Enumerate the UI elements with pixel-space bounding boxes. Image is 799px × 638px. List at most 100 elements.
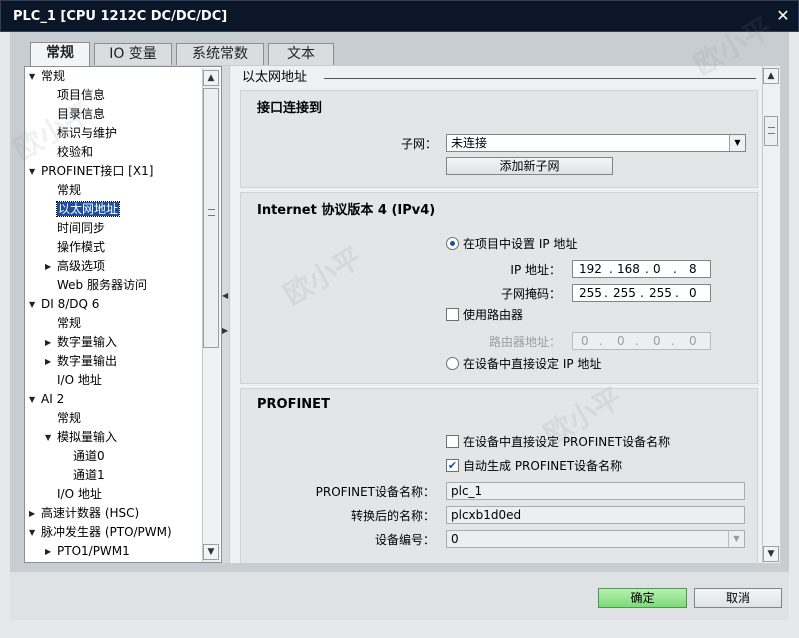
use-router-checkbox[interactable]: [446, 308, 459, 321]
tree-item[interactable]: ▼ PROFINET接口 [X1]: [29, 162, 153, 181]
tree-item[interactable]: 通道0: [61, 447, 105, 466]
scroll-down-icon[interactable]: ▼: [203, 544, 219, 560]
tab-io-tags[interactable]: IO 变量: [94, 43, 172, 65]
navigation-tree: ▼ 常规 项目信息 目录信息 标识与维护 校验和 ▼ PROFINET接口 [X1] 常规 以太网…: [24, 66, 222, 563]
tree-item[interactable]: ▼ 模拟量输入: [45, 428, 117, 447]
profinet-section: PROFINET 在设备中直接设定 PROFINET设备名称 ✔ 自动生成 PR…: [240, 388, 758, 563]
add-subnet-button[interactable]: 添加新子网: [446, 157, 613, 175]
tree-item[interactable]: 标识与维护: [45, 124, 117, 143]
scroll-up-icon[interactable]: ▲: [203, 70, 219, 86]
tree-item[interactable]: 项目信息: [45, 86, 105, 105]
ip-octet-2: 168: [617, 262, 640, 276]
tree-item[interactable]: 常规: [45, 181, 81, 200]
expanded-arrow-icon[interactable]: ▼: [29, 295, 41, 314]
tree-item-label: 时间同步: [57, 221, 106, 235]
collapsed-arrow-icon[interactable]: ▶: [45, 352, 57, 371]
tree-scrollbar[interactable]: ▲ ▼: [202, 68, 220, 562]
tree-item[interactable]: 校验和: [45, 143, 93, 162]
tree-item-label: PTO1/PWM1: [57, 544, 130, 558]
tree-item[interactable]: ▶ 数字量输出: [45, 352, 117, 371]
tree-item-label: 常规: [57, 316, 82, 330]
tree-item[interactable]: ▼ DI 8/DQ 6: [29, 295, 99, 314]
collapse-left-icon[interactable]: ◀: [222, 291, 228, 300]
scroll-thumb[interactable]: [203, 88, 219, 348]
radio-set-in-project[interactable]: [446, 237, 459, 250]
tree-item-label: AI 2: [41, 392, 65, 406]
tree-item-label: 通道0: [73, 449, 105, 463]
tree-item[interactable]: ▼ AI 2: [29, 390, 64, 409]
tree-item[interactable]: Web 服务器访问: [45, 276, 147, 295]
converted-name-field[interactable]: plcxb1d0ed: [446, 506, 745, 524]
auto-name-checkbox[interactable]: ✔: [446, 459, 459, 472]
tree-item[interactable]: ▶ PTO1/PWM1: [45, 542, 130, 561]
tree-item-label: Web 服务器访问: [57, 278, 147, 292]
router-octet-4: 0: [689, 334, 697, 348]
tab-texts[interactable]: 文本: [268, 43, 334, 65]
router-address-field[interactable]: 0 . 0 . 0 . 0: [572, 332, 711, 350]
tree-item-label: 标识与维护: [57, 126, 118, 140]
tree-item-label: DI 8/DQ 6: [41, 297, 100, 311]
tree-item[interactable]: 常规: [45, 409, 81, 428]
subnet-mask-field[interactable]: 255 . 255 . 255 . 0: [572, 284, 711, 302]
cancel-button[interactable]: 取消: [694, 588, 782, 608]
main-scrollbar[interactable]: ▲ ▼: [762, 66, 780, 563]
window-title: PLC_1 [CPU 1212C DC/DC/DC]: [13, 9, 228, 24]
expanded-arrow-icon[interactable]: ▼: [45, 428, 57, 447]
connect-section: 接口连接到 子网： 未连接 ▼ 添加新子网: [240, 90, 758, 188]
scroll-down-icon[interactable]: ▼: [763, 546, 779, 562]
ok-button[interactable]: 确定: [598, 588, 687, 608]
tab-general[interactable]: 常规: [30, 42, 90, 66]
subnet-dropdown[interactable]: 未连接 ▼: [446, 134, 746, 152]
expanded-arrow-icon[interactable]: ▼: [29, 390, 41, 409]
tree-item[interactable]: 操作模式: [45, 238, 105, 257]
tree-item[interactable]: I/O 地址: [45, 371, 102, 390]
tree-item[interactable]: 常规: [45, 314, 81, 333]
tree-item-label: 以太网地址: [55, 201, 121, 217]
device-name-field[interactable]: plc_1: [446, 482, 745, 500]
collapsed-arrow-icon[interactable]: ▶: [45, 257, 57, 276]
expanded-arrow-icon[interactable]: ▼: [29, 67, 41, 86]
chevron-down-icon[interactable]: ▼: [729, 135, 745, 151]
scroll-thumb[interactable]: [764, 116, 778, 146]
set-in-project-label: 在项目中设置 IP 地址: [463, 237, 578, 251]
router-octet-1: 0: [581, 334, 589, 348]
header-divider: [324, 78, 756, 79]
ip-address-field[interactable]: 192 . 168 . 0 . 8: [572, 260, 711, 278]
tree-item[interactable]: ▼ 常规: [29, 67, 65, 86]
collapsed-arrow-icon[interactable]: ▶: [29, 504, 41, 523]
tree-item[interactable]: ▶ 高级选项: [45, 257, 105, 276]
tree-item[interactable]: ▶ 数字量输入: [45, 333, 117, 352]
chevron-down-icon[interactable]: ▼: [728, 531, 744, 547]
set-name-on-device-checkbox[interactable]: [446, 435, 459, 448]
tree-item-label: I/O 地址: [57, 487, 102, 501]
tree-item-label: 数字量输入: [57, 335, 118, 349]
scroll-up-icon[interactable]: ▲: [763, 68, 779, 84]
mask-octet-4: 0: [689, 286, 697, 300]
tab-system-constants[interactable]: 系统常数: [176, 43, 264, 65]
tree-item-label: 高级选项: [57, 259, 106, 273]
device-number-label: 设备编号：: [374, 533, 435, 547]
mask-octet-3: 255: [649, 286, 672, 300]
title-bar: PLC_1 [CPU 1212C DC/DC/DC] ✕: [0, 0, 799, 32]
collapsed-arrow-icon[interactable]: ▶: [45, 542, 57, 561]
use-router-label: 使用路由器: [463, 308, 524, 322]
device-number-dropdown[interactable]: 0 ▼: [446, 530, 745, 548]
panel-splitter[interactable]: ◀ ▶: [222, 66, 229, 563]
close-icon[interactable]: ✕: [774, 7, 792, 25]
auto-name-label: 自动生成 PROFINET设备名称: [463, 459, 623, 473]
tree-item[interactable]: ▶ 高速计数器 (HSC): [29, 504, 139, 523]
tree-item[interactable]: I/O 地址: [45, 485, 102, 504]
expanded-arrow-icon[interactable]: ▼: [29, 523, 41, 542]
expanded-arrow-icon[interactable]: ▼: [29, 162, 41, 181]
collapsed-arrow-icon[interactable]: ▶: [45, 333, 57, 352]
tree-item-label: 常规: [41, 69, 66, 83]
tree-item[interactable]: 以太网地址: [45, 200, 121, 219]
tree-item[interactable]: 通道1: [61, 466, 105, 485]
subnet-label: 子网：: [400, 137, 437, 151]
expand-right-icon[interactable]: ▶: [222, 326, 228, 335]
radio-set-on-device[interactable]: [446, 357, 459, 370]
tree-item-label: 脉冲发生器 (PTO/PWM): [41, 525, 172, 539]
tree-item[interactable]: ▼ 脉冲发生器 (PTO/PWM): [29, 523, 172, 542]
tree-item[interactable]: 时间同步: [45, 219, 105, 238]
tree-item[interactable]: 目录信息: [45, 105, 105, 124]
